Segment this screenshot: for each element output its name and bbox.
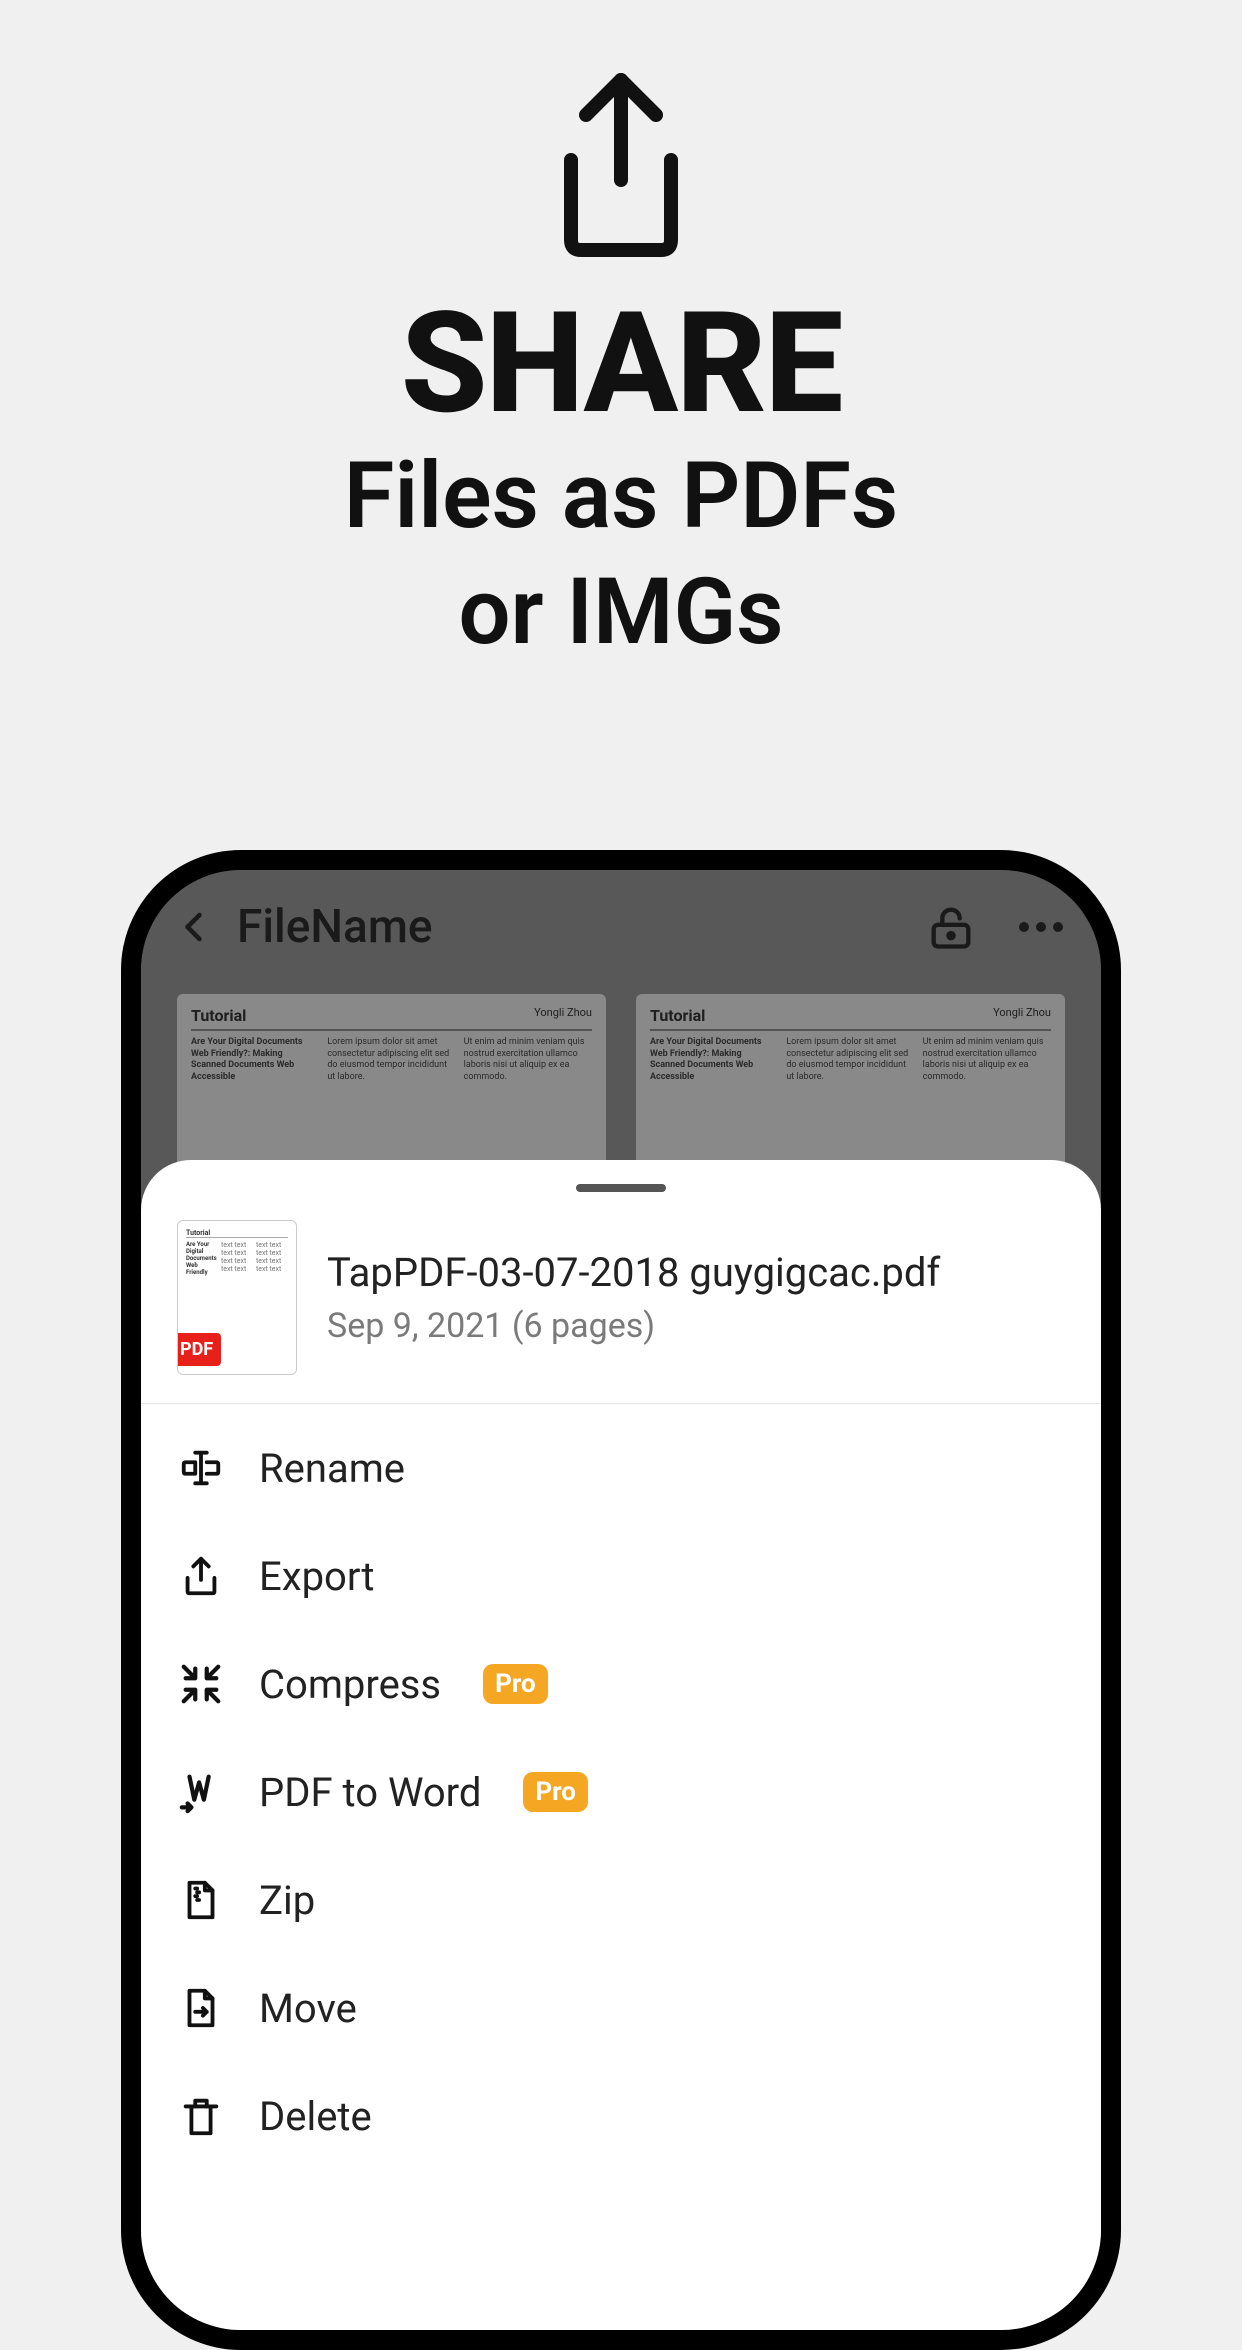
compress-action[interactable]: Compress Pro <box>177 1630 1065 1738</box>
actions-list: Rename Export <box>141 1404 1101 2170</box>
promo-area: SHARE Files as PDFs or IMGs <box>0 0 1242 666</box>
compress-label: Compress <box>259 1661 441 1708</box>
export-icon <box>177 1552 225 1600</box>
move-action[interactable]: Move <box>177 1954 1065 2062</box>
rename-label: Rename <box>259 1445 405 1492</box>
move-label: Move <box>259 1985 357 2032</box>
promo-subline-2: or IMGs <box>0 560 1242 666</box>
pro-badge: Pro <box>483 1664 548 1704</box>
export-label: Export <box>259 1553 374 1600</box>
pdf-to-word-icon <box>177 1768 225 1816</box>
pro-badge: Pro <box>523 1772 588 1812</box>
file-thumbnail: Tutorial Are Your Digital Documents Web … <box>177 1220 297 1375</box>
phone-frame: FileName <box>121 850 1121 2350</box>
zip-action[interactable]: Zip <box>177 1846 1065 1954</box>
delete-action[interactable]: Delete <box>177 2062 1065 2170</box>
move-icon <box>177 1984 225 2032</box>
share-icon <box>536 70 706 260</box>
zip-label: Zip <box>259 1877 315 1924</box>
export-action[interactable]: Export <box>177 1522 1065 1630</box>
file-meta: Sep 9, 2021 (6 pages) <box>327 1306 940 1346</box>
rename-action[interactable]: Rename <box>177 1414 1065 1522</box>
compress-icon <box>177 1660 225 1708</box>
pdf-to-word-label: PDF to Word <box>259 1769 481 1816</box>
sheet-grabber[interactable] <box>576 1184 666 1192</box>
delete-label: Delete <box>259 2093 372 2140</box>
rename-icon <box>177 1444 225 1492</box>
action-sheet: Tutorial Are Your Digital Documents Web … <box>141 1160 1101 2330</box>
file-name: TapPDF-03-07-2018 guygigcac.pdf <box>327 1249 940 1296</box>
pdf-to-word-action[interactable]: PDF to Word Pro <box>177 1738 1065 1846</box>
delete-icon <box>177 2092 225 2140</box>
file-header: Tutorial Are Your Digital Documents Web … <box>141 1220 1101 1404</box>
promo-subline-1: Files as PDFs <box>0 444 1242 550</box>
promo-headline: SHARE <box>0 294 1242 434</box>
zip-icon <box>177 1876 225 1924</box>
phone-screen: FileName <box>141 870 1101 2330</box>
pdf-badge: PDF <box>177 1333 221 1366</box>
